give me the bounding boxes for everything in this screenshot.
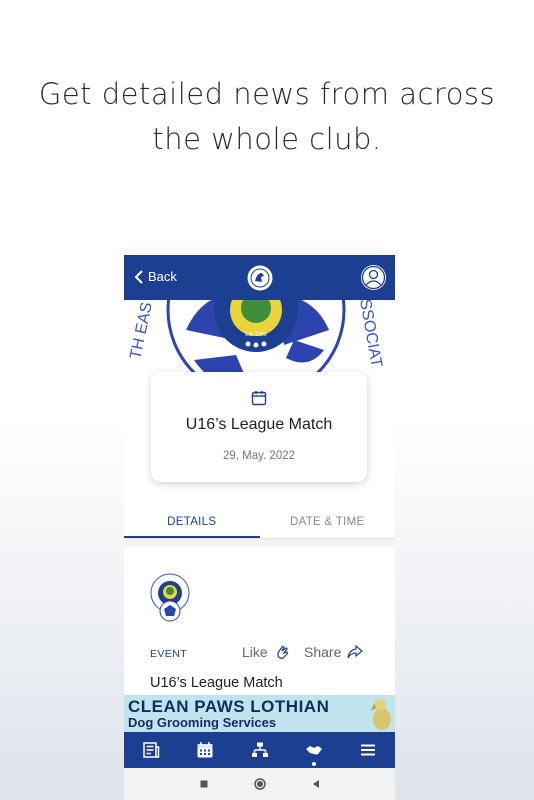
event-hero-image: Est. 1909 TH EAS SSOCIAT bbox=[124, 300, 395, 380]
section-divider bbox=[124, 539, 395, 547]
tab-bar: DETAILS DATE & TIME bbox=[124, 506, 395, 539]
like-label: Like bbox=[242, 644, 268, 660]
phone-screen: Back Est. 1909 TH EAS SSOCIAT U16’s Leag… bbox=[124, 255, 395, 800]
handshake-icon bbox=[305, 746, 322, 755]
share-label: Share bbox=[304, 644, 342, 660]
back-label: Back bbox=[148, 269, 177, 284]
active-indicator bbox=[311, 762, 316, 766]
svg-text:SSOCIAT: SSOCIAT bbox=[356, 300, 385, 369]
headline-line-2: the whole club. bbox=[152, 122, 382, 156]
event-card-title: U16’s League Match bbox=[185, 416, 333, 433]
trophy-icon bbox=[251, 742, 268, 757]
system-navigation-bar bbox=[124, 768, 395, 800]
back-button[interactable]: Back bbox=[134, 269, 177, 284]
home-icon[interactable] bbox=[253, 778, 266, 790]
share-arrow-icon bbox=[347, 644, 364, 659]
nav-competitions[interactable] bbox=[232, 732, 286, 768]
club-crest-image bbox=[150, 573, 190, 622]
like-button[interactable]: Like bbox=[242, 644, 290, 660]
calendar-icon bbox=[197, 742, 213, 758]
recent-apps-icon[interactable] bbox=[198, 778, 210, 790]
dog-illustration bbox=[371, 699, 391, 730]
menu-icon bbox=[360, 744, 375, 756]
nav-sponsors[interactable] bbox=[287, 732, 341, 768]
clap-icon bbox=[277, 645, 288, 659]
event-title: U16’s League Match bbox=[150, 675, 283, 691]
nav-calendar[interactable] bbox=[178, 732, 232, 768]
svg-text:Est. 1909: Est. 1909 bbox=[245, 332, 266, 338]
share-button[interactable]: Share bbox=[304, 644, 364, 660]
bottom-navigation bbox=[124, 732, 395, 768]
ad-banner-subtitle: Dog Grooming Services bbox=[128, 715, 277, 730]
club-crest-icon bbox=[247, 265, 273, 291]
tab-date-time[interactable]: DATE & TIME bbox=[260, 506, 396, 538]
tab-details[interactable]: DETAILS bbox=[124, 506, 260, 538]
event-category: EVENT bbox=[150, 648, 188, 660]
event-card-date: 29, May. 2022 bbox=[222, 450, 296, 462]
ad-banner-title: CLEAN PAWS LOTHIAN bbox=[128, 697, 330, 716]
ad-banner[interactable]: CLEAN PAWS LOTHIAN Dog Grooming Services bbox=[124, 695, 395, 732]
headline-line-1: Get detailed news from across bbox=[38, 77, 496, 111]
user-profile-icon[interactable] bbox=[360, 264, 387, 291]
headline: Get detailed news from across the whole … bbox=[0, 72, 534, 162]
app-bar: Back bbox=[124, 255, 395, 300]
nav-news[interactable] bbox=[124, 732, 178, 768]
news-icon bbox=[143, 742, 160, 758]
nav-menu[interactable] bbox=[341, 732, 395, 768]
svg-text:TH EAS: TH EAS bbox=[127, 301, 156, 361]
back-triangle-icon[interactable] bbox=[310, 778, 322, 790]
event-summary-card: U16’s League Match 29, May. 2022 bbox=[151, 372, 367, 482]
calendar-icon bbox=[251, 391, 267, 406]
chevron-left-icon bbox=[134, 269, 143, 284]
